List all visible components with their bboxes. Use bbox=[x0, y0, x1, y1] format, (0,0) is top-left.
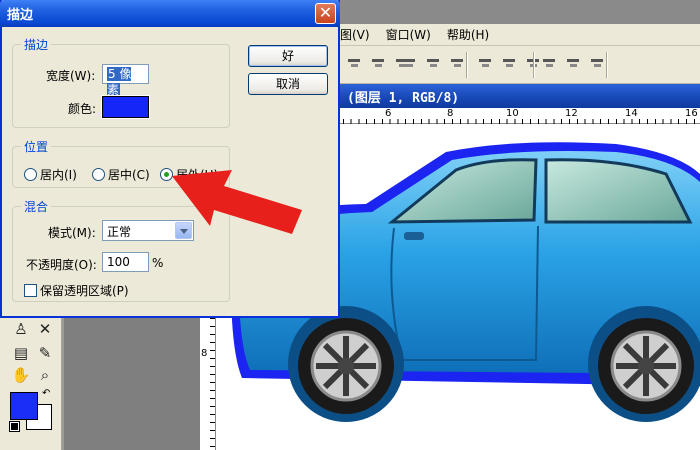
annotation-arrow bbox=[172, 170, 302, 234]
red-arrow-icon bbox=[172, 170, 302, 234]
